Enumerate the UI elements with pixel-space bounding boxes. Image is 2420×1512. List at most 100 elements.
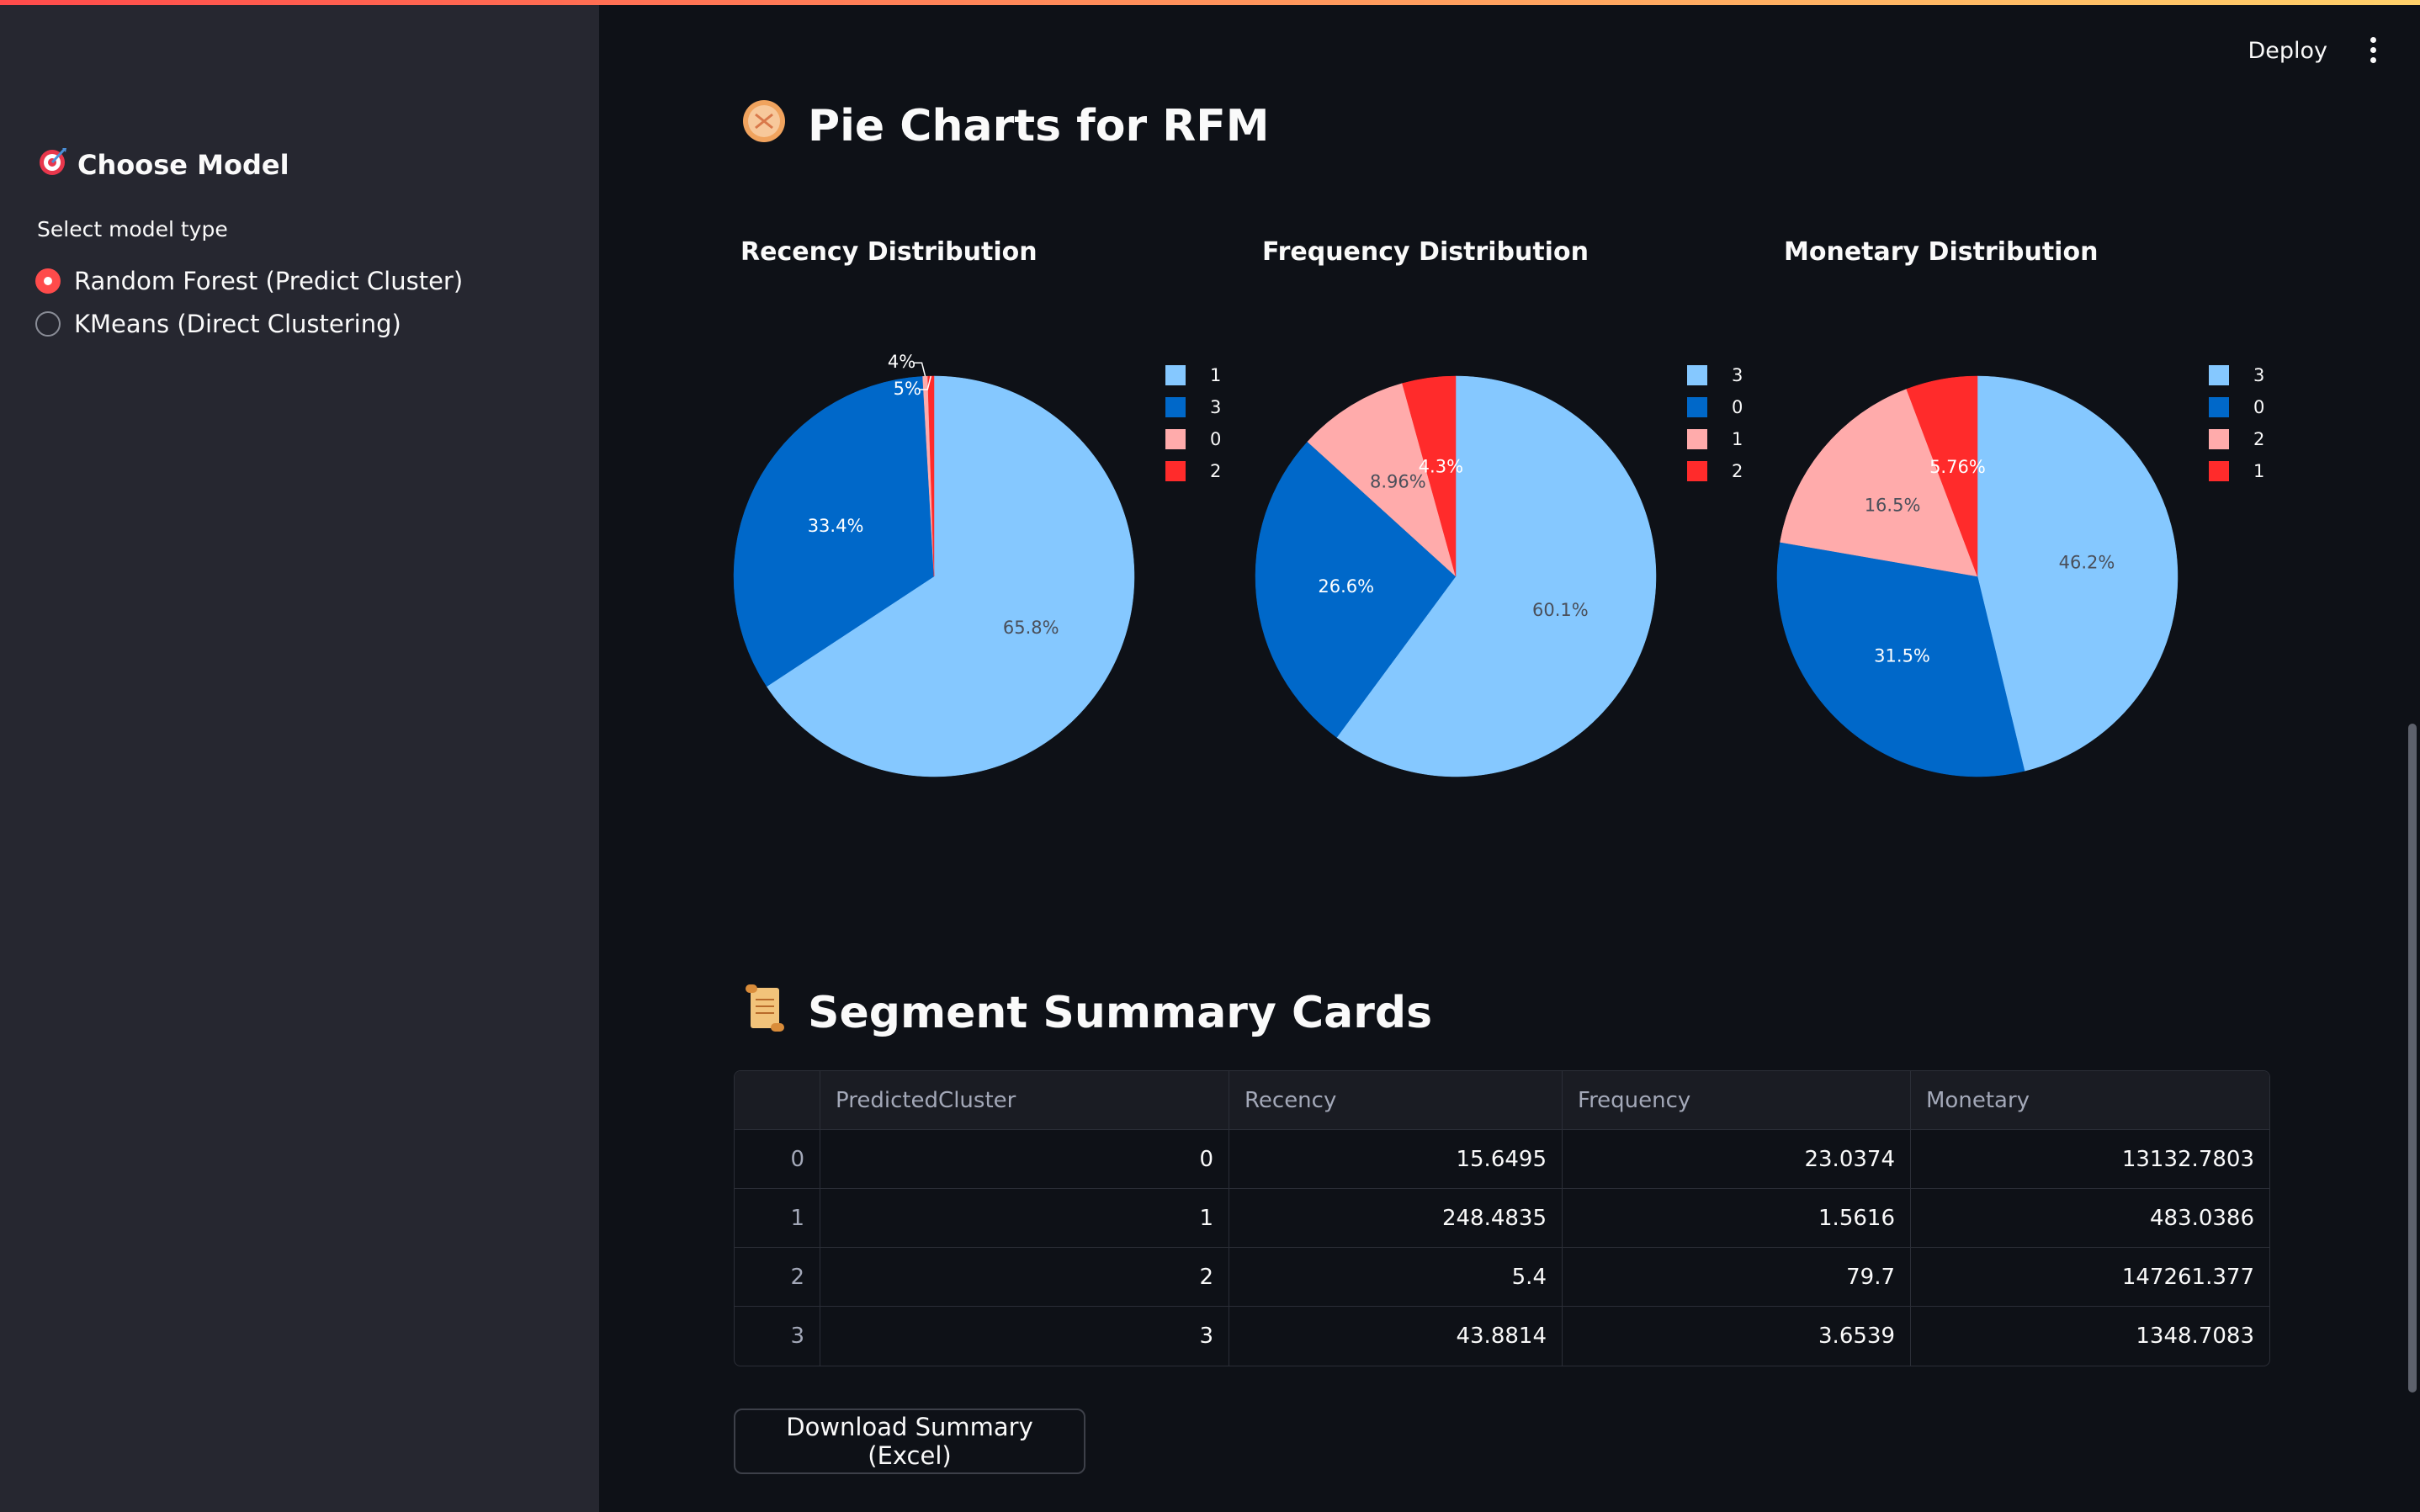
table-cell[interactable]: 2: [820, 1248, 1229, 1306]
legend-item-0[interactable]: 0: [1687, 397, 1743, 417]
table-cell[interactable]: 0: [820, 1130, 1229, 1188]
legend-label: 1: [1732, 429, 1743, 449]
table-cell[interactable]: 3: [820, 1307, 1229, 1366]
legend-item-2[interactable]: 2: [2209, 429, 2264, 449]
table-cell[interactable]: 43.8814: [1229, 1307, 1563, 1366]
table-row: 2 2 5.4 79.7 147261.377: [735, 1248, 2269, 1307]
legend-item-1[interactable]: 1: [1687, 429, 1743, 449]
download-summary-button[interactable]: Download Summary (Excel): [734, 1409, 1085, 1474]
legend-item-0[interactable]: 0: [2209, 397, 2264, 417]
top-decoration-bar: [0, 0, 2420, 5]
pie-section-title: Pie Charts for RFM: [808, 101, 1270, 151]
radio-unselected-icon[interactable]: [35, 311, 61, 337]
monetary-pie-chart[interactable]: 46.2% 31.5% 16.5% 5.76% 3 0 2 1: [1767, 353, 2289, 791]
legend-label: 1: [1210, 365, 1221, 385]
legend-swatch: [2209, 365, 2229, 385]
main-menu-icon[interactable]: [2366, 37, 2380, 64]
summary-section-heading: Segment Summary Cards: [740, 979, 1432, 1047]
legend-label: 2: [2253, 429, 2264, 449]
pie-icon: [740, 98, 788, 156]
table-cell[interactable]: 1: [820, 1189, 1229, 1247]
legend-label: 3: [1732, 365, 1743, 385]
table-row: 3 3 43.8814 3.6539 1348.7083: [735, 1307, 2269, 1366]
column-header-frequency[interactable]: Frequency: [1563, 1071, 1911, 1129]
pie-data-label: 4%: [888, 352, 915, 372]
table-cell[interactable]: 3.6539: [1563, 1307, 1911, 1366]
index-header: [735, 1071, 820, 1129]
frequency-chart-title: Frequency Distribution: [1262, 237, 1589, 267]
legend-item-3[interactable]: 3: [2209, 365, 2264, 385]
legend-swatch: [2209, 429, 2229, 449]
recency-chart-title: Recency Distribution: [740, 237, 1038, 267]
legend-label: 2: [1732, 461, 1743, 481]
legend-swatch: [1165, 461, 1186, 481]
row-index: 2: [735, 1248, 820, 1306]
radio-selected-icon[interactable]: [35, 268, 61, 294]
legend-label: 0: [1210, 429, 1221, 449]
radio-random-forest[interactable]: Random Forest (Predict Cluster): [35, 263, 463, 300]
table-cell[interactable]: 1.5616: [1563, 1189, 1911, 1247]
column-header-predictedcluster[interactable]: PredictedCluster: [820, 1071, 1229, 1129]
pie-data-label: 5.76%: [1929, 457, 1986, 477]
radio-label: Random Forest (Predict Cluster): [74, 267, 464, 295]
table-cell[interactable]: 5.4: [1229, 1248, 1563, 1306]
row-index: 1: [735, 1189, 820, 1247]
legend-label: 0: [2253, 397, 2264, 417]
legend-label: 3: [2253, 365, 2264, 385]
legend-item-1[interactable]: 1: [1165, 365, 1221, 385]
legend-swatch: [1165, 397, 1186, 417]
pie-data-label: 4.3%: [1419, 456, 1463, 476]
legend-label: 2: [1210, 461, 1221, 481]
legend-label: 1: [2253, 461, 2264, 481]
deploy-button[interactable]: Deploy: [2248, 38, 2327, 64]
pie-data-label: 65.8%: [1003, 618, 1059, 638]
legend-swatch: [2209, 397, 2229, 417]
pie-data-label: 33.4%: [808, 516, 864, 536]
legend-label: 3: [1210, 397, 1221, 417]
table-cell[interactable]: 147261.377: [1911, 1248, 2269, 1306]
table-row: 1 1 248.4835 1.5616 483.0386: [735, 1189, 2269, 1248]
pie-data-label: 5%: [894, 379, 921, 399]
summary-table[interactable]: PredictedCluster Recency Frequency Monet…: [734, 1070, 2270, 1366]
legend-label: 0: [1732, 397, 1743, 417]
legend-item-1[interactable]: 1: [2209, 461, 2264, 481]
monetary-chart-title: Monetary Distribution: [1784, 237, 2099, 267]
legend-item-2[interactable]: 2: [1165, 461, 1221, 481]
model-type-label: Select model type: [37, 217, 228, 241]
legend-swatch: [1165, 365, 1186, 385]
table-cell[interactable]: 248.4835: [1229, 1189, 1563, 1247]
summary-section-title: Segment Summary Cards: [808, 988, 1433, 1038]
radio-label: KMeans (Direct Clustering): [74, 310, 401, 338]
legend-swatch: [1165, 429, 1186, 449]
row-index: 3: [735, 1307, 820, 1366]
table-cell[interactable]: 1348.7083: [1911, 1307, 2269, 1366]
pie-data-label: 31.5%: [1874, 646, 1930, 666]
row-index: 0: [735, 1130, 820, 1188]
table-cell[interactable]: 79.7: [1563, 1248, 1911, 1306]
column-header-monetary[interactable]: Monetary: [1911, 1071, 2269, 1129]
legend-swatch: [1687, 429, 1707, 449]
table-cell[interactable]: 13132.7803: [1911, 1130, 2269, 1188]
sidebar-title: Choose Model: [37, 145, 289, 185]
column-header-recency[interactable]: Recency: [1229, 1071, 1563, 1129]
scrollbar[interactable]: [2408, 724, 2417, 1393]
table-cell[interactable]: 23.0374: [1563, 1130, 1911, 1188]
legend-item-3[interactable]: 3: [1165, 397, 1221, 417]
table-cell[interactable]: 483.0386: [1911, 1189, 2269, 1247]
frequency-pie-chart[interactable]: 60.1%26.6%8.96%4.3%3012: [1245, 353, 1767, 791]
legend-swatch: [1687, 365, 1707, 385]
sidebar-title-text: Choose Model: [77, 149, 289, 181]
radio-kmeans[interactable]: KMeans (Direct Clustering): [35, 305, 401, 342]
pie-data-label: 16.5%: [1865, 496, 1921, 516]
legend-item-3[interactable]: 3: [1687, 365, 1743, 385]
pie-data-label: 26.6%: [1318, 576, 1374, 597]
table-cell[interactable]: 15.6495: [1229, 1130, 1563, 1188]
recency-pie-chart[interactable]: 65.8% 33.4% 4% 5% 1 3 0 2: [724, 352, 1245, 791]
legend-swatch: [1687, 397, 1707, 417]
legend-item-2[interactable]: 2: [1687, 461, 1743, 481]
table-header-row: PredictedCluster Recency Frequency Monet…: [735, 1071, 2269, 1130]
legend-swatch: [2209, 461, 2229, 481]
header-actions: Deploy: [2248, 30, 2420, 71]
legend-item-0[interactable]: 0: [1165, 429, 1221, 449]
pie-section-heading: Pie Charts for RFM: [740, 93, 1270, 160]
